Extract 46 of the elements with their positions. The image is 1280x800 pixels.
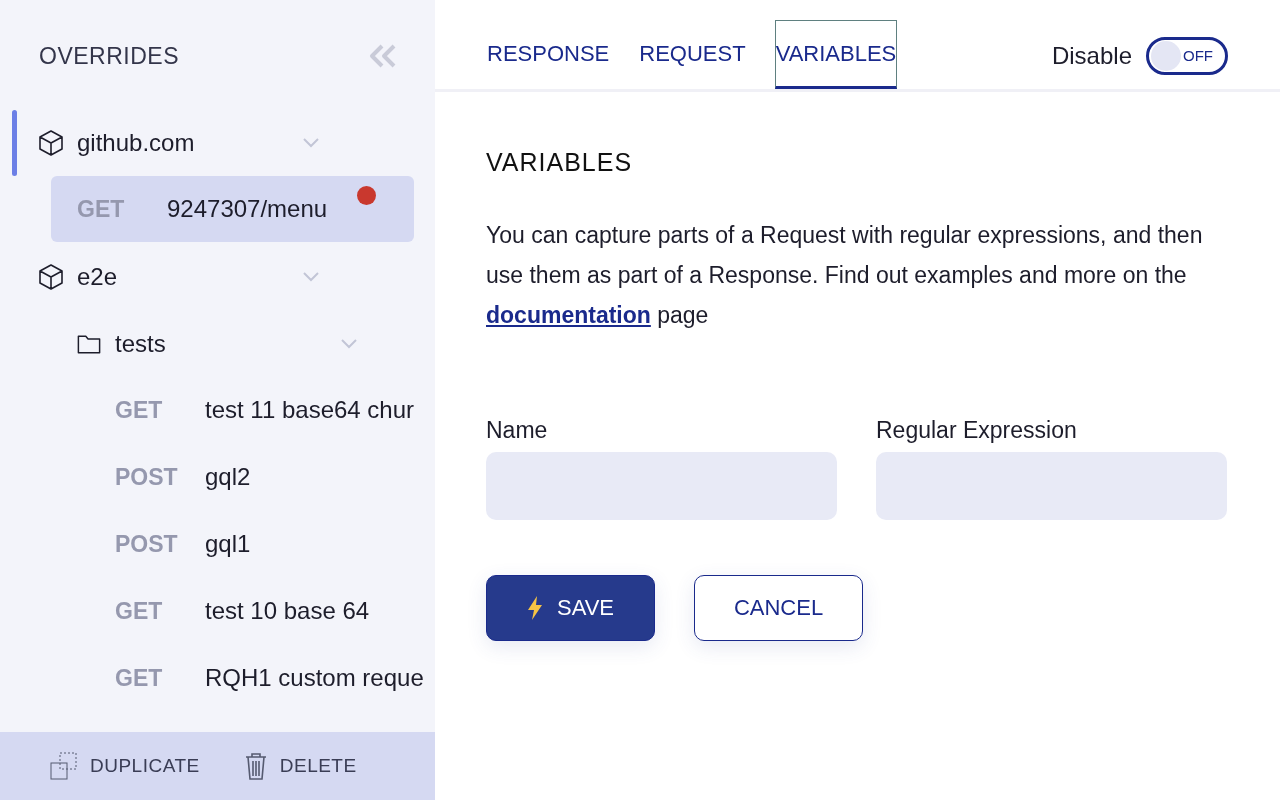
chevron-icon[interactable] xyxy=(303,138,319,148)
duplicate-icon xyxy=(50,752,78,780)
request-item[interactable]: GET test 10 base 64 xyxy=(89,578,435,644)
request-item[interactable]: GET 9247307/menu xyxy=(51,176,414,242)
documentation-link[interactable]: documentation xyxy=(486,302,651,328)
cancel-button[interactable]: CANCEL xyxy=(694,575,863,641)
method-label: GET xyxy=(114,664,164,692)
cube-icon xyxy=(39,263,63,290)
request-name: test 10 base 64 xyxy=(205,597,370,625)
folder-name[interactable]: tests xyxy=(115,329,166,358)
tab[interactable]: VARIABLES xyxy=(774,20,898,89)
request-name: RQH1 custom reque xyxy=(205,664,424,692)
method-label: POST xyxy=(114,530,179,558)
method-label: GET xyxy=(114,597,164,625)
group-name[interactable]: e2e xyxy=(77,262,118,291)
request-item[interactable]: GET RQH1 custom reque xyxy=(89,645,435,711)
description: You can capture parts of a Request with regular expressions, and then use them as part of a Response. Find out examples and more on the documentation page xyxy=(486,221,1204,330)
action-button[interactable]: DELETE xyxy=(243,752,357,780)
collapse-icon[interactable] xyxy=(369,44,397,68)
chevron-icon[interactable] xyxy=(303,272,319,282)
section-heading: VARIABLES xyxy=(486,148,634,177)
toggle-switch[interactable]: OFF xyxy=(1146,36,1228,75)
request-name: 9247307/menu xyxy=(167,195,328,223)
request-name: test 11 base64 chur xyxy=(205,396,415,424)
toggle-label: Disable xyxy=(1051,41,1132,70)
sidebar-title: OVERRIDES xyxy=(39,42,179,70)
folder-icon xyxy=(77,332,101,355)
method-label: GET xyxy=(76,195,126,223)
cube-icon xyxy=(39,129,63,156)
chevron-icon[interactable] xyxy=(341,339,357,349)
action-button[interactable]: DUPLICATE xyxy=(50,752,200,780)
request-name: gql1 xyxy=(205,530,251,558)
request-item[interactable]: GET test 11 base64 chur xyxy=(89,377,435,443)
trash-icon xyxy=(243,752,268,780)
tab[interactable]: REQUEST xyxy=(638,20,747,89)
lightning-icon xyxy=(526,595,543,621)
request-name: gql2 xyxy=(205,463,251,491)
request-item[interactable]: POST gql1 xyxy=(89,511,435,577)
method-label: POST xyxy=(114,463,179,491)
method-label: GET xyxy=(114,396,164,424)
field-label: Name xyxy=(486,417,549,444)
group-name[interactable]: github.com xyxy=(77,128,195,157)
request-item[interactable]: POST gql2 xyxy=(89,444,435,510)
save-button[interactable]: SAVE xyxy=(486,575,655,641)
field-label: Regular Expression xyxy=(876,417,1078,444)
tab[interactable]: RESPONSE xyxy=(486,20,611,89)
